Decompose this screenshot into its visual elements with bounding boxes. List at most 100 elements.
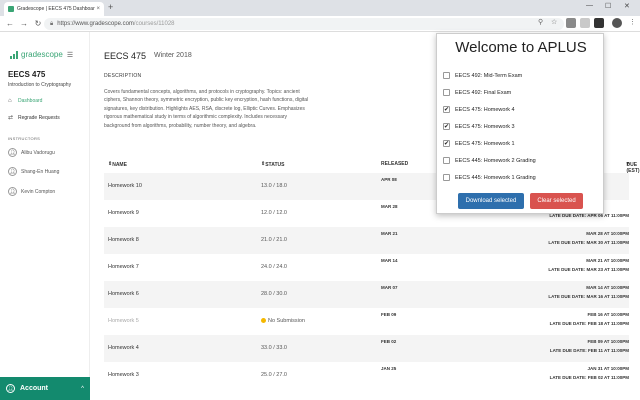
checkbox-label: EECS 475: Homework 4: [455, 106, 515, 113]
assignment-status: No Submission: [261, 318, 305, 324]
assignment-name[interactable]: Homework 3: [108, 372, 139, 378]
assignment-name: Homework 5: [108, 318, 139, 324]
release-date: FEB 09: [381, 312, 397, 317]
release-date: JAN 25: [381, 366, 397, 371]
assignment-name[interactable]: Homework 8: [108, 237, 139, 243]
account-menu-button[interactable]: 👤︎ Account ^: [0, 377, 90, 400]
back-icon[interactable]: ←: [6, 19, 14, 28]
table-row[interactable]: Homework 7 24.0 / 24.0 MAR 14 MAR 21 AT …: [104, 254, 629, 281]
close-window-icon[interactable]: ✕: [624, 2, 630, 10]
tab-close-icon[interactable]: ×: [96, 6, 100, 12]
checkbox-label: EECS 445: Homework 1 Grading: [455, 174, 536, 181]
gradescope-logo-icon: [10, 50, 18, 59]
description-heading: DESCRIPTION: [104, 73, 142, 79]
checkbox-label: EECS 475: Homework 1: [455, 140, 515, 147]
instructor-item[interactable]: 👤︎ Shang-En Huang: [8, 167, 59, 176]
sidebar-item-label: Regrade Requests: [18, 114, 60, 121]
forward-icon[interactable]: →: [20, 19, 28, 28]
assignment-checkbox-item[interactable]: ✔ EECS 475: Homework 3: [443, 123, 515, 130]
logo-text: gradescope: [21, 50, 63, 59]
course-subtitle: Introduction to Cryptography: [8, 82, 72, 88]
search-icon[interactable]: ⚲: [538, 18, 543, 26]
user-avatar-icon: 👤︎: [8, 187, 17, 196]
assignment-checkbox-item[interactable]: ✔ EECS 475: Homework 1: [443, 140, 515, 147]
column-header-name[interactable]: ⇕ NAME: [108, 161, 127, 168]
late-due-date: LATE DUE DATE: FEB 11 AT 11:00PM: [549, 348, 629, 353]
star-icon[interactable]: ☆: [551, 18, 557, 26]
assignment-checkbox-item[interactable]: EECS 445: Homework 1 Grading: [443, 174, 536, 181]
late-due-date: LATE DUE DATE: FEB 02 AT 11:00PM: [549, 375, 629, 380]
download-selected-button[interactable]: Download selected: [458, 193, 524, 209]
assignment-checkbox-item[interactable]: EECS 492: Mid-Term Exam: [443, 72, 522, 79]
address-bar[interactable]: 🔒︎ https://www.gradescope.com/courses/11…: [44, 18, 564, 30]
lock-icon: 🔒︎: [50, 20, 54, 27]
course-term: Winter 2018: [154, 52, 192, 59]
table-row[interactable]: Homework 8 21.0 / 21.0 MAR 21 MAR 28 AT …: [104, 227, 629, 254]
sidebar: gradescope ☰ EECS 475 Introduction to Cr…: [0, 32, 90, 400]
column-header-status[interactable]: ⇕ STATUS: [261, 161, 284, 168]
assignment-status: 13.0 / 18.0: [261, 183, 287, 189]
due-date: FEB 16 AT 10:00PM: [587, 312, 629, 317]
clear-selected-button[interactable]: Clear selected: [530, 193, 583, 209]
column-header-released[interactable]: RELEASED: [381, 161, 408, 167]
assignment-name[interactable]: Homework 6: [108, 291, 139, 297]
minimize-icon[interactable]: —: [586, 2, 593, 9]
table-row[interactable]: Homework 6 28.0 / 30.0 MAR 07 MAR 14 AT …: [104, 281, 629, 308]
checkbox[interactable]: [443, 157, 450, 164]
course-name: EECS 475: [8, 70, 46, 79]
table-row[interactable]: Homework 4 33.0 / 33.0 FEB 02 FEB 09 AT …: [104, 335, 629, 362]
checkbox-checked[interactable]: ✔: [443, 123, 450, 130]
hamburger-menu-icon[interactable]: ☰: [67, 51, 73, 59]
assignment-checkbox-item[interactable]: EECS 492: Final Exam: [443, 89, 511, 96]
chevron-up-icon: ^: [81, 385, 84, 392]
browser-toolbar: ← → ↻ 🔒︎ https://www.gradescope.com/cour…: [0, 16, 640, 32]
checkbox[interactable]: [443, 174, 450, 181]
assignment-checkbox-item[interactable]: EECS 445: Homework 2 Grading: [443, 157, 536, 164]
extension-icon[interactable]: [566, 18, 576, 28]
user-avatar-icon: 👤︎: [8, 148, 17, 157]
extension-icon[interactable]: [580, 18, 590, 28]
sidebar-item-regrade-requests[interactable]: ⇄ Regrade Requests: [8, 114, 60, 122]
gradescope-logo[interactable]: gradescope ☰: [10, 50, 73, 59]
assignment-status: 25.0 / 27.0: [261, 372, 287, 378]
assignment-name[interactable]: Homework 9: [108, 210, 139, 216]
checkbox-checked[interactable]: ✔: [443, 106, 450, 113]
maximize-icon[interactable]: ☐: [605, 2, 611, 10]
checkbox-label: EECS 492: Mid-Term Exam: [455, 72, 523, 79]
late-due-date: LATE DUE DATE: MAR 23 AT 11:00PM: [548, 267, 629, 272]
sidebar-item-dashboard[interactable]: ⌂ Dashboard: [8, 98, 42, 104]
tab-title: Gradescope | EECS 475 Dashboar: [17, 6, 95, 12]
table-row[interactable]: Homework 5 No Submission FEB 09 FEB 16 A…: [104, 308, 629, 335]
release-date: FEB 02: [381, 339, 397, 344]
assignment-name[interactable]: Homework 4: [108, 345, 139, 351]
checkbox[interactable]: [443, 89, 450, 96]
due-date: MAR 28 AT 10:00PM: [586, 231, 629, 236]
assignment-name[interactable]: Homework 10: [108, 183, 142, 189]
release-date: MAR 28: [381, 204, 398, 209]
due-date: JAN 31 AT 10:00PM: [587, 366, 629, 371]
column-header-due[interactable]: DUE (EST) ▾: [626, 161, 639, 174]
browser-tab[interactable]: Gradescope | EECS 475 Dashboar ×: [4, 2, 104, 16]
reload-icon[interactable]: ↻: [34, 19, 42, 28]
regrade-icon: ⇄: [8, 115, 14, 121]
late-due-date: LATE DUE DATE: MAR 16 AT 11:00PM: [548, 294, 629, 299]
sidebar-item-label: Dashboard: [18, 98, 43, 104]
table-row[interactable]: Homework 3 25.0 / 27.0 JAN 25 JAN 31 AT …: [104, 362, 629, 389]
account-label: Account: [20, 385, 48, 392]
profile-icon[interactable]: [612, 18, 622, 28]
checkbox-checked[interactable]: ✔: [443, 140, 450, 147]
checkbox[interactable]: [443, 72, 450, 79]
instructors-heading: INSTRUCTORS: [8, 136, 41, 141]
url-text: https://www.gradescope.com/courses/11028: [57, 21, 175, 27]
gradescope-favicon-icon: [8, 6, 14, 12]
browser-tab-bar: Gradescope | EECS 475 Dashboar × + — ☐ ✕: [0, 0, 640, 16]
instructor-item[interactable]: 👤︎ Kevin Compton: [8, 187, 55, 196]
new-tab-button[interactable]: +: [108, 2, 113, 12]
assignment-name[interactable]: Homework 7: [108, 264, 139, 270]
instructor-item[interactable]: 👤︎ Alibu Vadorugu: [8, 148, 55, 157]
menu-icon[interactable]: ⋮: [629, 18, 636, 26]
assignment-status: 28.0 / 30.0: [261, 291, 287, 297]
assignment-checkbox-item[interactable]: ✔ EECS 475: Homework 4: [443, 106, 515, 113]
page-title: EECS 475: [104, 51, 147, 61]
aplus-extension-icon[interactable]: [594, 18, 604, 28]
